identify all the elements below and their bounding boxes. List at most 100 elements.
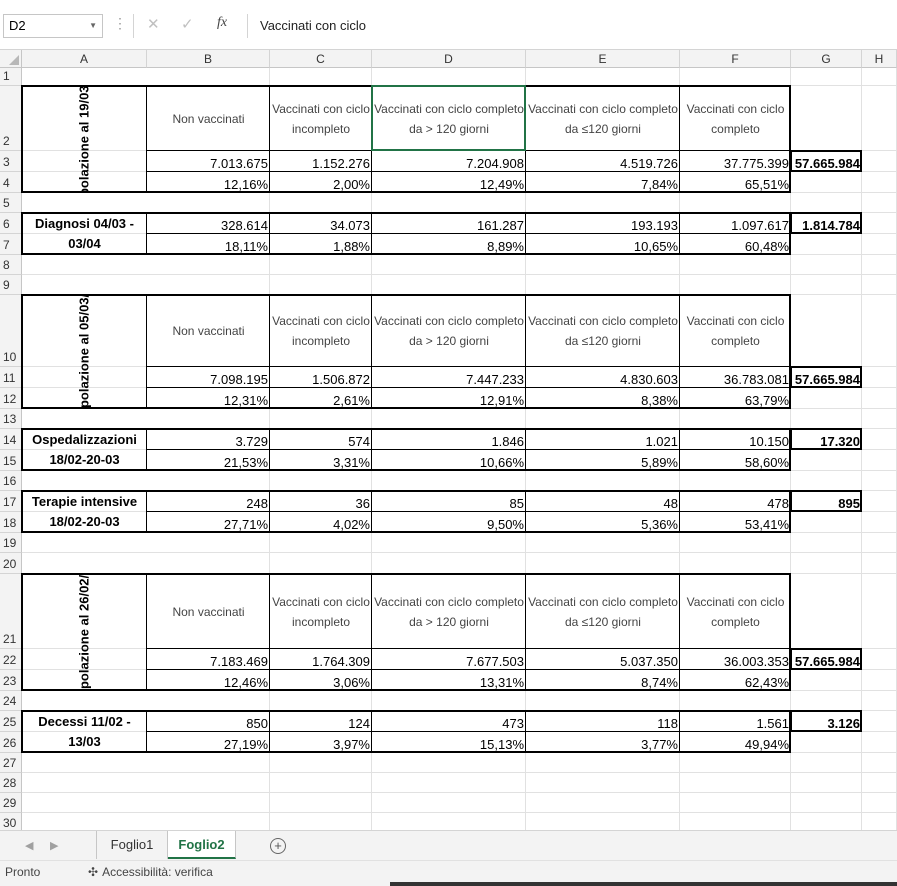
row-header[interactable]: 28 [0, 773, 22, 793]
total-cell[interactable]: 17.320 [791, 429, 862, 450]
count-cell[interactable]: 36 [270, 491, 372, 512]
row-header[interactable]: 30 [0, 813, 22, 830]
row-header[interactable]: 11 [0, 367, 22, 388]
count-cell[interactable]: 7.677.503 [372, 649, 526, 670]
count-cell[interactable]: 1.506.872 [270, 367, 372, 388]
row-header[interactable]: 7 [0, 234, 22, 255]
count-cell[interactable]: 118 [526, 711, 680, 732]
row-header[interactable]: 21 [0, 574, 22, 649]
count-cell[interactable]: 7.204.908 [372, 151, 526, 172]
column-title-le120[interactable]: Vaccinati con ciclo completo da ≤120 gio… [526, 295, 680, 367]
count-cell[interactable]: 1.846 [372, 429, 526, 450]
count-cell[interactable]: 10.150 [680, 429, 791, 450]
block-label[interactable]: Decessi 11/02 - 13/03 [22, 711, 147, 753]
percent-cell[interactable]: 62,43% [680, 670, 791, 691]
count-cell[interactable]: 124 [270, 711, 372, 732]
column-header[interactable]: B [147, 50, 270, 68]
percent-cell[interactable]: 27,71% [147, 512, 270, 533]
percent-cell[interactable]: 8,38% [526, 388, 680, 409]
next-sheet-icon[interactable]: ▶ [50, 839, 58, 852]
count-cell[interactable]: 328.614 [147, 213, 270, 234]
row-header[interactable]: 9 [0, 275, 22, 295]
percent-cell[interactable]: 12,91% [372, 388, 526, 409]
select-all-button[interactable] [0, 50, 22, 68]
count-cell[interactable]: 4.830.603 [526, 367, 680, 388]
count-cell[interactable]: 248 [147, 491, 270, 512]
row-header[interactable]: 12 [0, 388, 22, 409]
count-cell[interactable]: 1.021 [526, 429, 680, 450]
column-title-non_vacc[interactable]: Non vaccinati [147, 86, 270, 151]
total-cell[interactable]: 57.665.984 [791, 367, 862, 388]
column-title-incompleto[interactable]: Vaccinati con ciclo incompleto [270, 86, 372, 151]
percent-cell[interactable]: 12,46% [147, 670, 270, 691]
row-header[interactable]: 24 [0, 691, 22, 711]
row-header[interactable]: 4 [0, 172, 22, 193]
total-cell[interactable]: 1.814.784 [791, 213, 862, 234]
row-header[interactable]: 29 [0, 793, 22, 813]
row-header[interactable]: 25 [0, 711, 22, 732]
row-header[interactable]: 26 [0, 732, 22, 753]
count-cell[interactable]: 4.519.726 [526, 151, 680, 172]
population-label[interactable]: Popolazione al 05/03/22 [22, 295, 147, 409]
percent-cell[interactable]: 12,31% [147, 388, 270, 409]
percent-cell[interactable]: 3,97% [270, 732, 372, 753]
population-label[interactable]: Popolazione al 19/03/22 [22, 86, 147, 193]
count-cell[interactable]: 3.729 [147, 429, 270, 450]
row-header[interactable]: 13 [0, 409, 22, 429]
row-header[interactable]: 1 [0, 68, 22, 86]
block-label[interactable]: Diagnosi 04/03 - 03/04 [22, 213, 147, 255]
percent-cell[interactable]: 8,74% [526, 670, 680, 691]
row-header[interactable]: 18 [0, 512, 22, 533]
percent-cell[interactable]: 65,51% [680, 172, 791, 193]
percent-cell[interactable]: 2,61% [270, 388, 372, 409]
count-cell[interactable]: 7.098.195 [147, 367, 270, 388]
percent-cell[interactable]: 21,53% [147, 450, 270, 471]
column-title-non_vacc[interactable]: Non vaccinati [147, 295, 270, 367]
row-header[interactable]: 14 [0, 429, 22, 450]
row-header[interactable]: 27 [0, 753, 22, 773]
percent-cell[interactable]: 4,02% [270, 512, 372, 533]
count-cell[interactable]: 1.097.617 [680, 213, 791, 234]
count-cell[interactable]: 193.193 [526, 213, 680, 234]
count-cell[interactable]: 478 [680, 491, 791, 512]
spreadsheet-grid[interactable]: ABCDEFGH 1 2 3 4 5 6 7 8 9 10 11 12 13 14 15 16 17 18 19 20… [0, 50, 897, 830]
row-header[interactable]: 2 [0, 86, 22, 151]
percent-cell[interactable]: 49,94% [680, 732, 791, 753]
total-cell[interactable]: 895 [791, 491, 862, 512]
row-header[interactable]: 19 [0, 533, 22, 553]
count-cell[interactable]: 36.003.353 [680, 649, 791, 670]
column-header[interactable]: A [22, 50, 147, 68]
percent-cell[interactable]: 13,31% [372, 670, 526, 691]
total-cell[interactable]: 57.665.984 [791, 649, 862, 670]
name-box[interactable]: D2 ▼ [3, 14, 103, 38]
row-header[interactable]: 20 [0, 553, 22, 574]
percent-cell[interactable]: 7,84% [526, 172, 680, 193]
count-cell[interactable]: 1.561 [680, 711, 791, 732]
count-cell[interactable]: 1.764.309 [270, 649, 372, 670]
count-cell[interactable]: 7.447.233 [372, 367, 526, 388]
percent-cell[interactable]: 15,13% [372, 732, 526, 753]
column-header[interactable]: H [862, 50, 897, 68]
row-header[interactable]: 5 [0, 193, 22, 213]
percent-cell[interactable]: 12,49% [372, 172, 526, 193]
column-header[interactable]: C [270, 50, 372, 68]
count-cell[interactable]: 574 [270, 429, 372, 450]
percent-cell[interactable]: 5,36% [526, 512, 680, 533]
tab-foglio2[interactable]: Foglio2 [168, 831, 236, 859]
column-title-gt120[interactable]: Vaccinati con ciclo completo da > 120 gi… [372, 86, 526, 151]
row-header[interactable]: 22 [0, 649, 22, 670]
percent-cell[interactable]: 58,60% [680, 450, 791, 471]
row-header[interactable]: 17 [0, 491, 22, 512]
percent-cell[interactable]: 2,00% [270, 172, 372, 193]
count-cell[interactable]: 5.037.350 [526, 649, 680, 670]
column-title-completo[interactable]: Vaccinati con ciclo completo [680, 86, 791, 151]
population-label[interactable]: Popolazione al 26/02/22 [22, 574, 147, 691]
column-header[interactable]: D [372, 50, 526, 68]
percent-cell[interactable]: 3,31% [270, 450, 372, 471]
column-header[interactable]: E [526, 50, 680, 68]
close-icon[interactable]: ✕ [147, 15, 160, 33]
percent-cell[interactable]: 3,06% [270, 670, 372, 691]
count-cell[interactable]: 7.013.675 [147, 151, 270, 172]
count-cell[interactable]: 1.152.276 [270, 151, 372, 172]
column-header[interactable]: F [680, 50, 791, 68]
